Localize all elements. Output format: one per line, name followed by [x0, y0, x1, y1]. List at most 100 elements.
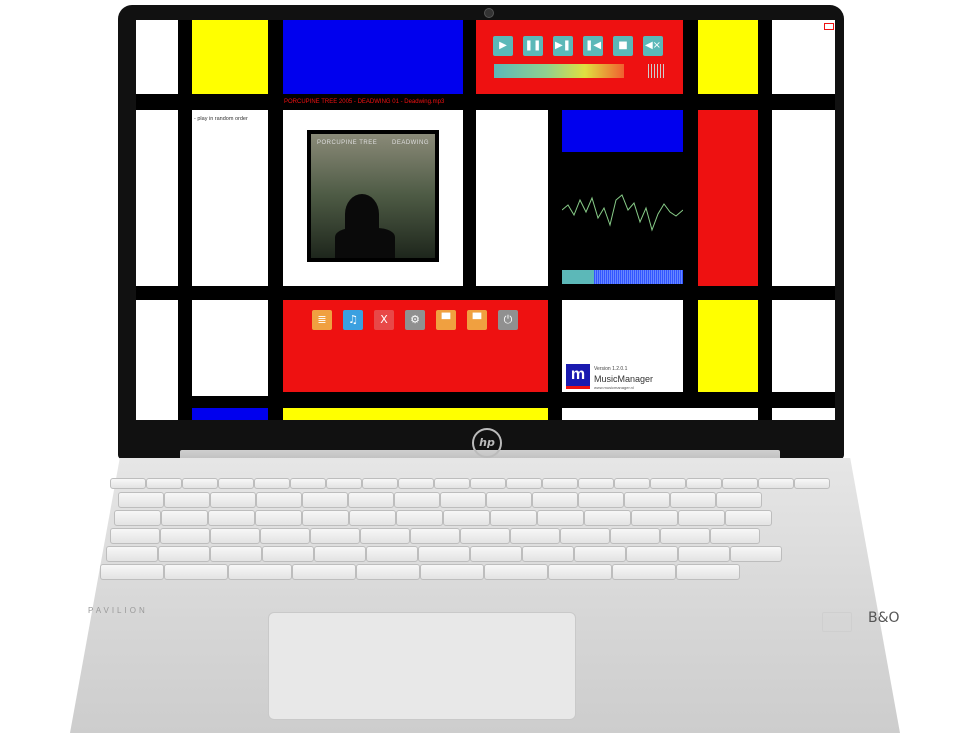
webcam-icon [484, 8, 494, 18]
mondrian-panel [698, 300, 758, 392]
keyboard-key [440, 492, 486, 508]
keyboard-key [314, 546, 366, 562]
volume-bar[interactable] [494, 64, 624, 78]
keyboard-key [302, 510, 349, 526]
keyboard-key [624, 492, 670, 508]
keyboard-key [106, 546, 158, 562]
keyboard-key [366, 546, 418, 562]
keyboard-key [396, 510, 443, 526]
close-button[interactable]: X [374, 310, 394, 330]
screen: PORCUPINE TREE 2005 - DEADWING 01 - Dead… [136, 20, 835, 420]
previous-button[interactable]: ❚◀ [583, 36, 603, 56]
track-title: PORCUPINE TREE 2005 - DEADWING 01 - Dead… [284, 99, 445, 105]
music-button[interactable]: ♫ [343, 310, 363, 330]
balance-control[interactable] [648, 64, 666, 78]
keyboard-key [548, 564, 612, 580]
keyboard-key [255, 510, 302, 526]
folder-add-button[interactable]: ▀ [467, 310, 487, 330]
keyboard-key [522, 546, 574, 562]
power-button[interactable]: ⏻ [498, 310, 518, 330]
musicmanager-logo-icon: m [566, 364, 590, 389]
keyboard-key [584, 510, 631, 526]
keyboard-key [161, 510, 208, 526]
mondrian-panel [283, 408, 548, 420]
mondrian-panel [772, 20, 835, 94]
keyboard-key [110, 478, 146, 489]
mondrian-panel [698, 110, 758, 286]
logo-url: www.musicmanager.nl [594, 385, 634, 390]
keyboard-key [650, 478, 686, 489]
keyboard-key [326, 478, 362, 489]
keyboard-key [362, 478, 398, 489]
keyboard-key [256, 492, 302, 508]
next-button[interactable]: ▶❚ [553, 36, 573, 56]
spectrum-bar [562, 270, 683, 284]
album-band-text: PORCUPINE TREE [317, 140, 378, 146]
keyboard-key [310, 528, 360, 544]
keyboard [100, 478, 850, 608]
keyboard-key [349, 510, 396, 526]
keyboard-key [542, 478, 578, 489]
mondrian-panel [192, 408, 268, 420]
keyboard-key [725, 510, 772, 526]
keyboard-key [537, 510, 584, 526]
mondrian-panel [772, 110, 835, 286]
keyboard-key [292, 564, 356, 580]
keyboard-key [676, 564, 740, 580]
keyboard-key [758, 478, 794, 489]
keyboard-key [722, 478, 758, 489]
keyboard-key [678, 510, 725, 526]
keyboard-key [290, 478, 326, 489]
mondrian-panel [476, 110, 548, 286]
keyboard-key [614, 478, 650, 489]
pause-button[interactable]: ❚❚ [523, 36, 543, 56]
keyboard-key [794, 478, 830, 489]
mute-button[interactable]: ◀× [643, 36, 663, 56]
mondrian-panel [562, 110, 683, 152]
keyboard-key [484, 564, 548, 580]
keyboard-key [398, 478, 434, 489]
keyboard-key [506, 478, 542, 489]
silhouette-body [335, 228, 395, 258]
keyboard-key [410, 528, 460, 544]
mondrian-panel [136, 300, 178, 420]
keyboard-key [394, 492, 440, 508]
keyboard-key [418, 546, 470, 562]
stop-button[interactable]: ■ [613, 36, 633, 56]
keyboard-key [160, 528, 210, 544]
keyboard-key [574, 546, 626, 562]
keyboard-key [443, 510, 490, 526]
keyboard-key [348, 492, 394, 508]
keyboard-key [210, 492, 256, 508]
player-panel [476, 20, 683, 94]
keyboard-key [631, 510, 678, 526]
keyboard-key [114, 510, 161, 526]
keyboard-key [110, 528, 160, 544]
keyboard-key [510, 528, 560, 544]
keyboard-key [486, 492, 532, 508]
waveform-visualizer [562, 194, 683, 232]
keyboard-key [210, 546, 262, 562]
mondrian-panel [283, 20, 463, 94]
keyboard-key [420, 564, 484, 580]
close-icon[interactable] [824, 23, 834, 30]
keyboard-key [146, 478, 182, 489]
keyboard-key [118, 492, 164, 508]
keyboard-key [164, 564, 228, 580]
keyboard-key [532, 492, 578, 508]
mondrian-panel [192, 300, 268, 396]
settings-button[interactable]: ⚙ [405, 310, 425, 330]
mondrian-panel [136, 20, 178, 94]
touchpad[interactable] [268, 612, 576, 720]
playlist-button[interactable]: ≣ [312, 310, 332, 330]
keyboard-key [470, 478, 506, 489]
mondrian-panel [562, 408, 758, 420]
keyboard-key [158, 546, 210, 562]
play-button[interactable]: ▶ [493, 36, 513, 56]
keyboard-key [302, 492, 348, 508]
random-order-option[interactable]: - play in random order [194, 116, 248, 122]
mondrian-panel [698, 20, 758, 94]
keyboard-key [578, 478, 614, 489]
folder-open-button[interactable]: ▀ [436, 310, 456, 330]
mondrian-panel [192, 20, 268, 94]
